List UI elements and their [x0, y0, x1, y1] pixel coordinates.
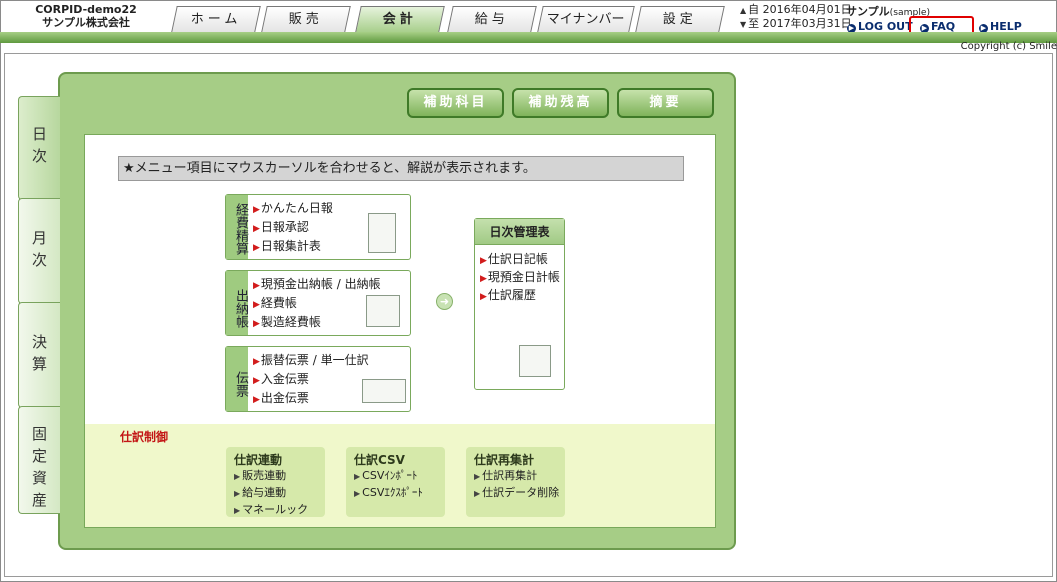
group-items: ▶ CSVｲﾝﾎﾟｰﾄ ▶ CSVｴｸｽﾎﾟｰﾄ: [354, 468, 423, 502]
company-name: サンプル株式会社: [42, 16, 130, 29]
menu-item[interactable]: ▶入金伝票: [253, 371, 369, 390]
menu-item[interactable]: ▶ マネールック: [234, 502, 308, 519]
card-items: ▶仕訳日記帳 ▶現預金日計帳 ▶仕訳履歴: [480, 251, 560, 305]
card-expense: 経費精算 ▶かんたん日報 ▶日報承認 ▶日報集計表: [225, 194, 411, 260]
down-arrow-icon[interactable]: ▼: [740, 20, 746, 29]
menu-item[interactable]: ▶ 販売連動: [234, 468, 308, 485]
group-title: 仕訳CSV: [354, 453, 405, 467]
menu-item[interactable]: ▶現預金出納帳 / 出納帳: [253, 276, 381, 295]
sidetab-daily[interactable]: 日次: [18, 96, 60, 200]
ledger-icon: [368, 213, 396, 253]
daily-management-title: 日次管理表: [475, 219, 564, 245]
tab-payroll[interactable]: 給与: [447, 6, 537, 32]
journal-link-group: 仕訳連動 ▶ 販売連動 ▶ 給与連動 ▶ マネールック: [226, 447, 325, 517]
group-items: ▶ 販売連動 ▶ 給与連動 ▶ マネールック: [234, 468, 308, 519]
menu-item[interactable]: ▶ 給与連動: [234, 485, 308, 502]
menu-item[interactable]: ▶現預金日計帳: [480, 269, 560, 287]
menu-item[interactable]: ▶日報集計表: [253, 238, 333, 257]
daily-management-card: 日次管理表 ▶仕訳日記帳 ▶現預金日計帳 ▶仕訳履歴: [474, 218, 565, 390]
menu-item[interactable]: ▶日報承認: [253, 219, 333, 238]
company-id: CORPID-demo22: [35, 3, 137, 16]
menu-item[interactable]: ▶振替伝票 / 単一仕訳: [253, 352, 369, 371]
menu-item[interactable]: ▶仕訳履歴: [480, 287, 560, 305]
slip-icon: [362, 379, 406, 403]
tab-settings[interactable]: 設定: [635, 6, 725, 32]
header-bar: [0, 32, 1057, 43]
period-from: 自 2016年04月01日: [748, 3, 852, 16]
menu-item[interactable]: ▶ 仕訳再集計: [474, 468, 559, 485]
copyright: Copyright (c) Smile: [960, 41, 1057, 52]
card-items: ▶現預金出納帳 / 出納帳 ▶経費帳 ▶製造経費帳: [253, 276, 381, 333]
document-icon: [519, 345, 551, 377]
company-info: CORPID-demo22 サンプル株式会社: [26, 3, 146, 29]
menu-item[interactable]: ▶ CSVｲﾝﾎﾟｰﾄ: [354, 468, 423, 485]
summary-button[interactable]: 摘要: [617, 88, 714, 118]
menu-item[interactable]: ▶ 仕訳データ削除: [474, 485, 559, 502]
journal-control-title: 仕訳制御: [120, 430, 169, 444]
subaccount-button[interactable]: 補助科目: [407, 88, 504, 118]
sidetab-monthly[interactable]: 月次: [18, 198, 60, 304]
tab-sales[interactable]: 販売: [261, 6, 351, 32]
period-to: 至 2017年03月31日: [748, 17, 852, 30]
journal-recalc-group: 仕訳再集計 ▶ 仕訳再集計 ▶ 仕訳データ削除: [466, 447, 565, 517]
card-items: ▶かんたん日報 ▶日報承認 ▶日報集計表: [253, 200, 333, 257]
card-items: ▶振替伝票 / 単一仕訳 ▶入金伝票 ▶出金伝票: [253, 352, 369, 409]
card-label: 伝票: [226, 347, 248, 411]
fiscal-period: ▲ 自 2016年04月01日 ▼ 至 2017年03月31日: [740, 3, 852, 31]
up-arrow-icon[interactable]: ▲: [740, 6, 746, 15]
card-slips: 伝票 ▶振替伝票 / 単一仕訳 ▶入金伝票 ▶出金伝票: [225, 346, 411, 412]
tab-mynumber[interactable]: マイナンバー: [537, 6, 635, 32]
group-title: 仕訳再集計: [474, 453, 535, 467]
card-label: 経費精算: [226, 195, 248, 259]
menu-item[interactable]: ▶製造経費帳: [253, 314, 381, 333]
sidetab-closing[interactable]: 決算: [18, 302, 60, 408]
tab-accounting[interactable]: 会計: [355, 6, 445, 32]
notice-bar: ★メニュー項目にマウスカーソルを合わせると、解説が表示されます。: [118, 156, 684, 181]
arrow-right-icon: ➜: [436, 293, 453, 310]
sidetab-fixed-assets[interactable]: 固定資産: [18, 406, 60, 514]
menu-item[interactable]: ▶かんたん日報: [253, 200, 333, 219]
menu-item[interactable]: ▶出金伝票: [253, 390, 369, 409]
menu-item[interactable]: ▶ CSVｴｸｽﾎﾟｰﾄ: [354, 485, 423, 502]
journal-csv-group: 仕訳CSV ▶ CSVｲﾝﾎﾟｰﾄ ▶ CSVｴｸｽﾎﾟｰﾄ: [346, 447, 445, 517]
menu-item[interactable]: ▶経費帳: [253, 295, 381, 314]
group-title: 仕訳連動: [234, 453, 283, 467]
menu-item[interactable]: ▶仕訳日記帳: [480, 251, 560, 269]
card-cashbook: 出納帳 ▶現預金出納帳 / 出納帳 ▶経費帳 ▶製造経費帳: [225, 270, 411, 336]
group-items: ▶ 仕訳再集計 ▶ 仕訳データ削除: [474, 468, 559, 502]
card-label: 出納帳: [226, 271, 248, 335]
tab-home[interactable]: ホーム: [171, 6, 261, 32]
subaccount-balance-button[interactable]: 補助残高: [512, 88, 609, 118]
book-icon: [366, 295, 400, 327]
